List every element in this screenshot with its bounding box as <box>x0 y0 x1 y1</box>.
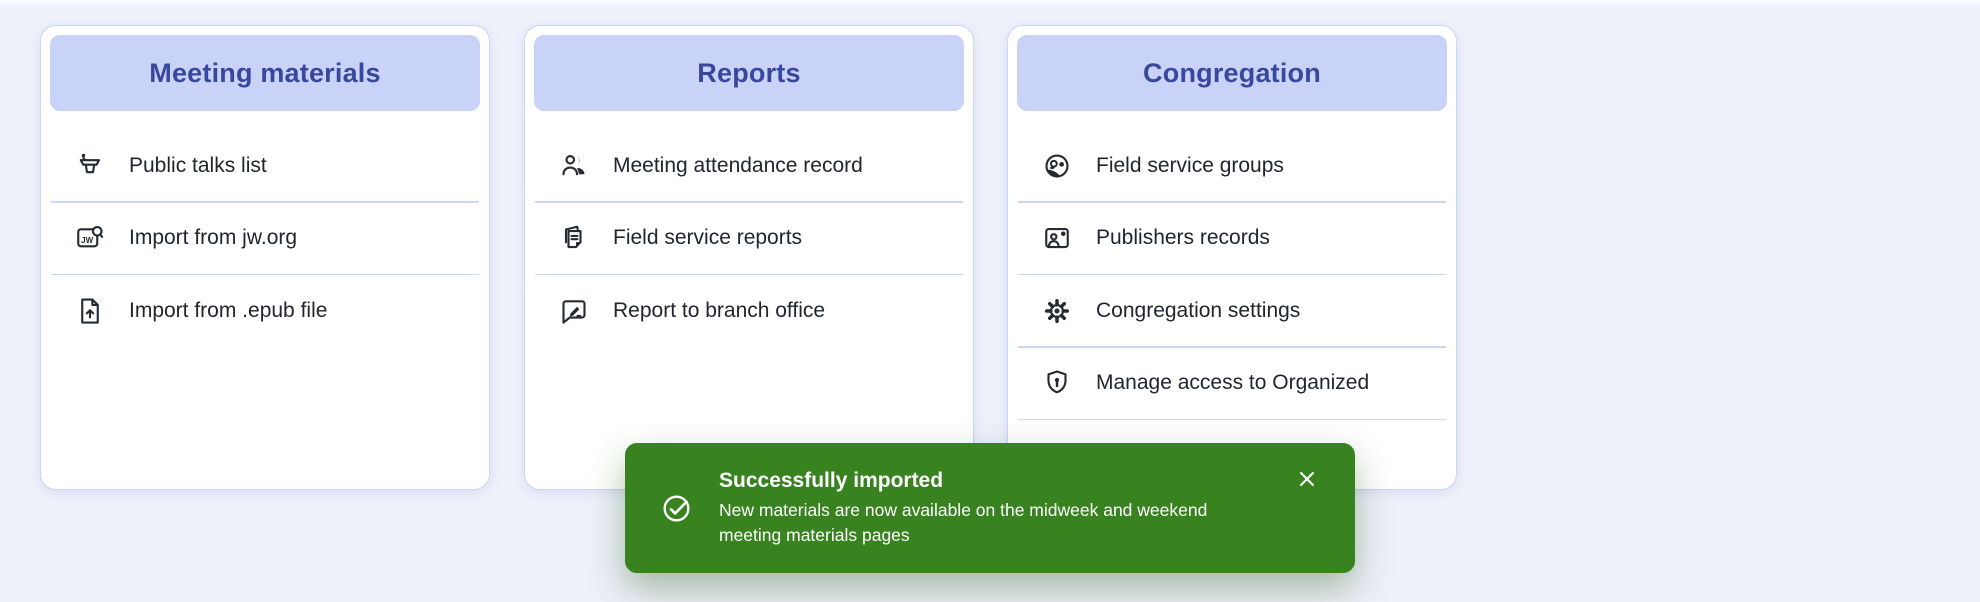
dashboard-page: Meeting materials Public talks list <box>0 0 1980 602</box>
menu-item-label: Report to branch office <box>613 299 825 323</box>
gear-icon <box>1042 296 1072 326</box>
toast-message: New materials are now available on the m… <box>719 498 1274 548</box>
card-title: Reports <box>697 58 800 89</box>
menu-item-public-talks-list[interactable]: Public talks list <box>41 130 489 201</box>
menu-item-field-service-groups[interactable]: Field service groups <box>1008 130 1456 201</box>
shield-lock-icon <box>1042 368 1072 398</box>
menu-item-attendance-record[interactable]: Meeting attendance record <box>525 130 973 201</box>
top-edge-highlight <box>0 0 1980 8</box>
jw-document-search-icon: JW <box>75 223 105 253</box>
documents-icon <box>559 223 589 253</box>
menu-item-report-branch-office[interactable]: Report to branch office <box>525 275 973 346</box>
menu-item-label: Import from jw.org <box>129 226 297 250</box>
svg-text:JW: JW <box>81 236 93 245</box>
menu-item-label: Import from .epub file <box>129 299 327 323</box>
menu-item-import-jworg[interactable]: JW Import from jw.org <box>41 203 489 274</box>
menu-item-label: Public talks list <box>129 154 267 178</box>
message-edit-icon <box>559 296 589 326</box>
face-icon <box>1042 151 1072 181</box>
card-title: Congregation <box>1143 58 1321 89</box>
card-header: Congregation <box>1017 35 1447 111</box>
file-upload-icon <box>75 296 105 326</box>
success-toast: Successfully imported New materials are … <box>625 443 1355 573</box>
badge-icon <box>1042 223 1072 253</box>
lectern-icon <box>75 151 105 181</box>
menu-item-field-service-reports[interactable]: Field service reports <box>525 203 973 274</box>
close-icon[interactable] <box>1296 468 1318 490</box>
card-meeting-materials: Meeting materials Public talks list <box>40 25 490 490</box>
people-icon <box>559 151 589 181</box>
menu-item-label: Meeting attendance record <box>613 154 863 178</box>
menu-item-congregation-settings[interactable]: Congregation settings <box>1008 275 1456 346</box>
toast-text-block: Successfully imported New materials are … <box>719 469 1274 548</box>
menu-item-import-epub[interactable]: Import from .epub file <box>41 275 489 346</box>
menu-item-label: Publishers records <box>1096 226 1270 250</box>
menu-item-label: Field service reports <box>613 226 802 250</box>
toast-title: Successfully imported <box>719 469 1274 493</box>
card-congregation: Congregation Field service groups <box>1007 25 1457 490</box>
check-circle-icon <box>660 492 693 525</box>
menu-item-label: Congregation settings <box>1096 299 1300 323</box>
menu-list: Meeting attendance record Field service … <box>525 120 973 346</box>
card-reports: Reports Meeting attendance record <box>524 25 974 490</box>
card-header: Reports <box>534 35 964 111</box>
menu-item-label: Manage access to Organized <box>1096 371 1369 395</box>
menu-item-manage-access[interactable]: Manage access to Organized <box>1008 348 1456 419</box>
menu-item-label: Field service groups <box>1096 154 1284 178</box>
menu-list: Field service groups Publishers records <box>1008 120 1456 490</box>
card-title: Meeting materials <box>149 58 380 89</box>
menu-item-publishers-records[interactable]: Publishers records <box>1008 203 1456 274</box>
menu-list: Public talks list JW Import from jw.org <box>41 120 489 346</box>
card-header: Meeting materials <box>50 35 480 111</box>
